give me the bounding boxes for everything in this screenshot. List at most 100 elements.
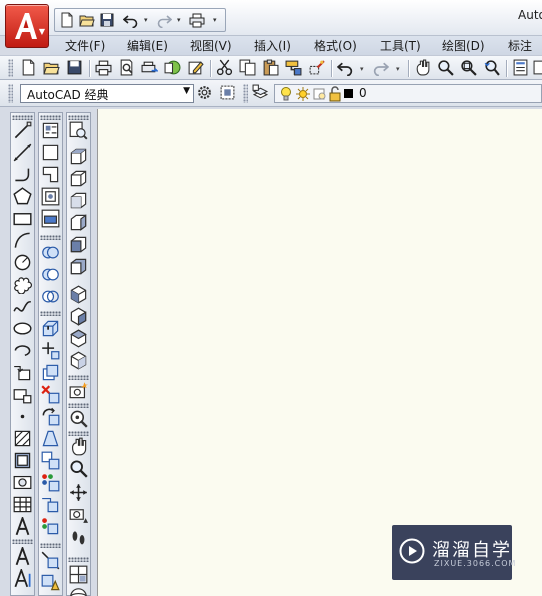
- properties-palette-icon[interactable]: [512, 59, 531, 77]
- menu-dimension[interactable]: 标注: [508, 37, 532, 54]
- color-faces-icon[interactable]: [41, 473, 61, 493]
- block-editor-icon[interactable]: [308, 59, 327, 77]
- ne-isometric-icon[interactable]: [69, 329, 89, 349]
- toolbar-grip[interactable]: [40, 311, 61, 316]
- new-file-icon[interactable]: [59, 12, 77, 29]
- back-view-cube-icon[interactable]: [69, 257, 89, 277]
- lightbulb-on-icon[interactable]: [279, 86, 293, 105]
- view-properties-icon[interactable]: [41, 121, 61, 141]
- cut-scissors-icon[interactable]: [216, 59, 235, 77]
- construction-line-icon[interactable]: [13, 143, 33, 163]
- polygon-icon[interactable]: [13, 187, 33, 207]
- match-properties-brush-icon[interactable]: [285, 59, 304, 77]
- ellipse-icon[interactable]: [13, 319, 33, 339]
- menu-draw[interactable]: 绘图(D): [442, 37, 485, 54]
- rotate-faces-icon[interactable]: [41, 407, 61, 427]
- revision-cloud-icon[interactable]: [13, 275, 33, 295]
- save-icon[interactable]: [99, 12, 117, 29]
- wedge-outline-icon[interactable]: [41, 165, 61, 185]
- menu-insert[interactable]: 插入(I): [254, 37, 291, 54]
- save-icon[interactable]: [66, 59, 85, 77]
- toolbar-grip[interactable]: [68, 403, 89, 408]
- zoom-previous-icon[interactable]: [483, 59, 502, 77]
- undo-icon[interactable]: [336, 59, 356, 77]
- customize-quick-access-icon[interactable]: ▾: [213, 16, 217, 24]
- named-views-icon[interactable]: [69, 121, 89, 141]
- copy-faces-icon[interactable]: [41, 451, 61, 471]
- layer-control-dropdown[interactable]: 0: [274, 84, 542, 103]
- region-icon[interactable]: [13, 473, 33, 493]
- imprint-warning-icon[interactable]: [41, 573, 61, 593]
- new-camera-icon[interactable]: [69, 381, 89, 401]
- toolbar-grip[interactable]: [40, 543, 61, 548]
- bottom-view-cube-icon[interactable]: [69, 169, 89, 189]
- application-menu-button[interactable]: ▼: [5, 4, 49, 48]
- copy-icon[interactable]: [239, 59, 258, 77]
- redo-icon[interactable]: [372, 59, 391, 77]
- design-center-icon[interactable]: [533, 59, 542, 77]
- menu-format[interactable]: 格式(O): [314, 37, 357, 54]
- zoom-window-icon[interactable]: [460, 59, 479, 77]
- toolbar-grip[interactable]: [8, 84, 13, 103]
- insert-block-icon[interactable]: [13, 363, 33, 383]
- viewport-icon[interactable]: [41, 187, 61, 207]
- toolbar-grip[interactable]: [243, 84, 248, 103]
- layer-properties-manager-icon[interactable]: [252, 84, 271, 102]
- orbit-icon[interactable]: [69, 409, 89, 429]
- redo-dropdown-icon[interactable]: ▾: [396, 65, 400, 73]
- se-isometric-icon[interactable]: [69, 307, 89, 327]
- undo-dropdown-icon[interactable]: ▾: [144, 16, 148, 24]
- taper-faces-icon[interactable]: [41, 429, 61, 449]
- open-folder-icon[interactable]: [79, 12, 97, 29]
- arc-icon[interactable]: [13, 231, 33, 251]
- extrude-faces-icon[interactable]: [41, 319, 61, 339]
- undo-icon[interactable]: [122, 12, 141, 29]
- gradient-icon[interactable]: [13, 451, 33, 471]
- intersect-icon[interactable]: [41, 287, 61, 307]
- layout-viewport-icon[interactable]: [41, 209, 61, 229]
- ellipse-arc-icon[interactable]: [13, 341, 33, 361]
- nw-isometric-icon[interactable]: [69, 351, 89, 371]
- union-icon[interactable]: [41, 243, 61, 263]
- sun-thaw-icon[interactable]: [295, 86, 311, 105]
- move-faces-icon[interactable]: [41, 341, 61, 361]
- left-view-cube-icon[interactable]: [69, 191, 89, 211]
- toolbar-grip[interactable]: [40, 235, 61, 240]
- 3d-zoom-icon[interactable]: [69, 459, 89, 479]
- publish-icon[interactable]: [141, 59, 160, 77]
- toolbar-grip[interactable]: [12, 539, 33, 544]
- redo-dropdown-icon[interactable]: ▾: [177, 16, 181, 24]
- plot-preview-icon[interactable]: [118, 59, 137, 77]
- toolbar-grip[interactable]: [40, 115, 61, 120]
- plot-printer-icon[interactable]: [189, 12, 207, 29]
- redo-icon[interactable]: [156, 12, 174, 29]
- menu-file[interactable]: 文件(F): [65, 37, 105, 54]
- text-edit-icon[interactable]: [13, 567, 33, 589]
- workspace-settings-gear-icon[interactable]: [196, 84, 215, 102]
- copy-edges-icon[interactable]: [41, 495, 61, 515]
- toolbar-grip[interactable]: [12, 115, 33, 120]
- undo-dropdown-icon[interactable]: ▾: [360, 65, 364, 73]
- design-center-globe-icon[interactable]: [164, 59, 183, 77]
- delete-faces-icon[interactable]: [41, 385, 61, 405]
- sphere-icon[interactable]: [69, 587, 89, 596]
- polyline-icon[interactable]: [13, 165, 33, 185]
- line-icon[interactable]: [13, 121, 33, 141]
- toolbar-grip[interactable]: [68, 557, 89, 562]
- camera-adjust-icon[interactable]: [69, 505, 89, 525]
- toolbar-grip[interactable]: [68, 431, 89, 436]
- menu-edit[interactable]: 编辑(E): [127, 37, 168, 54]
- workspace-select[interactable]: AutoCAD 经典 ▼: [20, 84, 194, 103]
- menu-tools[interactable]: 工具(T): [380, 37, 421, 54]
- point-icon[interactable]: [13, 407, 33, 427]
- top-view-cube-icon[interactable]: [69, 147, 89, 167]
- offset-faces-icon[interactable]: [41, 363, 61, 383]
- zoom-realtime-icon[interactable]: [437, 59, 456, 77]
- rectangle-icon[interactable]: [13, 209, 33, 229]
- toolbar-grip[interactable]: [68, 115, 89, 120]
- box-outline-icon[interactable]: [41, 143, 61, 163]
- sw-isometric-icon[interactable]: [69, 285, 89, 305]
- table-icon[interactable]: [13, 495, 33, 515]
- unlock-padlock-icon[interactable]: [329, 86, 341, 105]
- toolbar-grip[interactable]: [68, 375, 89, 380]
